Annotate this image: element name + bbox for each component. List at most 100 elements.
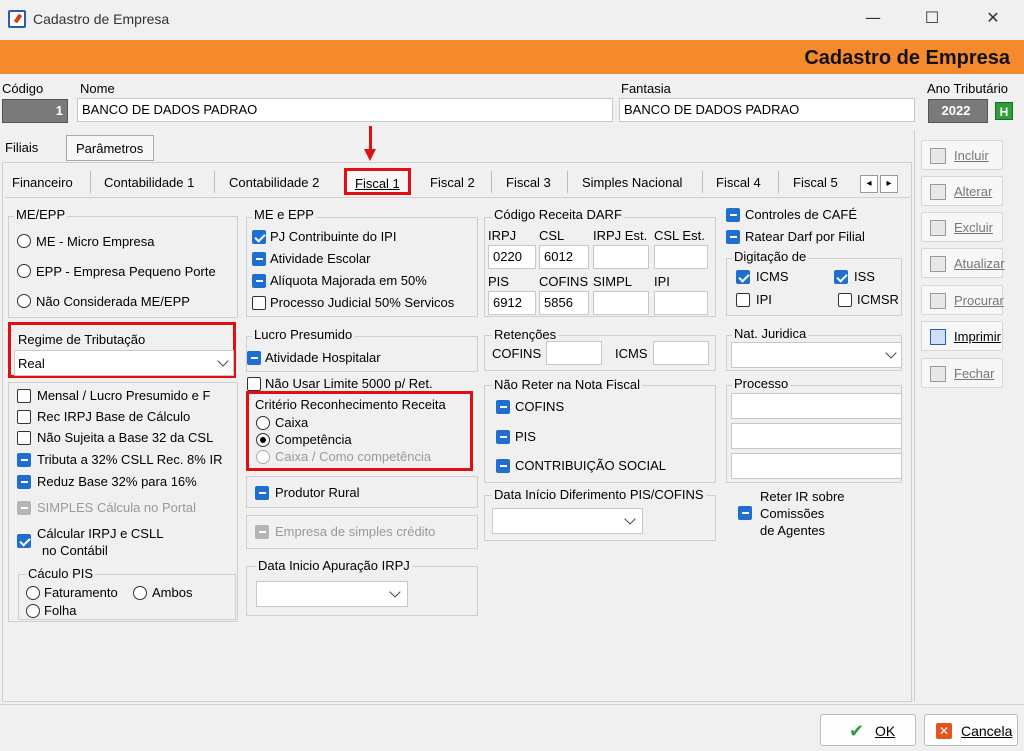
- tab-separator: [567, 171, 568, 193]
- check-ratear-darf[interactable]: [726, 230, 740, 244]
- check-simples-portal[interactable]: [17, 501, 31, 515]
- check-nao-reter-contribuicao[interactable]: [496, 459, 510, 473]
- excluir-button[interactable]: Excluir: [921, 212, 1003, 242]
- check-empresa-simples[interactable]: [255, 525, 269, 539]
- darf-label-pis: PIS: [488, 274, 509, 289]
- check-nao-reter-cofins[interactable]: [496, 400, 510, 414]
- fantasia-field[interactable]: BANCO DE DADOS PADRAO: [619, 98, 915, 122]
- check-iss-label: ISS: [854, 269, 875, 284]
- check-icms[interactable]: [736, 270, 750, 284]
- data-diferimento-select[interactable]: [492, 508, 643, 534]
- procurar-button[interactable]: Procurar: [921, 285, 1004, 315]
- check-reduz-base[interactable]: [17, 475, 31, 489]
- check-pj-ipi[interactable]: [252, 230, 266, 244]
- retencoes-cofins-label: COFINS: [492, 346, 542, 361]
- check-iss[interactable]: [834, 270, 848, 284]
- tab-simples-nacional[interactable]: Simples Nacional: [582, 175, 682, 190]
- darf-ipi-field[interactable]: [654, 291, 708, 315]
- radio-caixa[interactable]: [256, 416, 270, 430]
- atualizar-button[interactable]: Atualizar: [921, 248, 1005, 278]
- check-controles-cafe[interactable]: [726, 208, 740, 222]
- check-atividade-escolar-label: Atividade Escolar: [270, 251, 371, 266]
- retencoes-cofins-field[interactable]: [546, 341, 602, 365]
- nao-reter-title: Não Reter na Nota Fiscal: [492, 377, 642, 392]
- h-button[interactable]: H: [995, 102, 1013, 120]
- tab-contabilidade-1[interactable]: Contabilidade 1: [104, 175, 194, 190]
- radio-epp[interactable]: [17, 264, 31, 278]
- check-tributa-32[interactable]: [17, 453, 31, 467]
- check-nao-reter-contribuicao-label: CONTRIBUIÇÃO SOCIAL: [515, 458, 666, 473]
- darf-csl-est-field[interactable]: [654, 245, 708, 269]
- codigo-field[interactable]: 1: [2, 99, 68, 123]
- check-processo-judicial[interactable]: [252, 296, 266, 310]
- processo-field-1[interactable]: [731, 393, 902, 419]
- nat-juridica-select[interactable]: [731, 342, 902, 368]
- incluir-button[interactable]: Incluir: [921, 140, 1003, 170]
- me-epp-title: ME/EPP: [14, 207, 68, 222]
- maximize-button[interactable]: ☐: [917, 8, 947, 27]
- tab-separator: [491, 171, 492, 193]
- cancela-button[interactable]: ✕ Cancela: [924, 714, 1018, 746]
- check-aliquota-majorada[interactable]: [252, 274, 266, 288]
- data-irpj-select[interactable]: [256, 581, 408, 607]
- tab-fiscal-1[interactable]: Fiscal 1: [344, 168, 411, 195]
- annotation-arrow-icon: [364, 149, 376, 161]
- check-mensal[interactable]: [17, 389, 31, 403]
- check-ipi[interactable]: [736, 293, 750, 307]
- chevron-down-icon: [217, 355, 229, 367]
- radio-ambos[interactable]: [133, 586, 147, 600]
- check-nao-reter-pis[interactable]: [496, 430, 510, 444]
- darf-cofins-field[interactable]: 5856: [539, 291, 589, 315]
- retencoes-title: Retenções: [492, 327, 559, 342]
- darf-irpj-est-field[interactable]: [593, 245, 649, 269]
- retencoes-icms-field[interactable]: [653, 341, 709, 365]
- tab-contabilidade-2[interactable]: Contabilidade 2: [229, 175, 319, 190]
- printer-icon: [930, 329, 946, 345]
- ok-button[interactable]: ✔ OK: [820, 714, 916, 746]
- radio-caixa-como-competencia[interactable]: [256, 450, 270, 464]
- check-reter-ir[interactable]: [738, 506, 752, 520]
- check-calcular-irpj[interactable]: [17, 534, 31, 548]
- alterar-button[interactable]: Alterar: [921, 176, 1003, 206]
- check-atividade-escolar[interactable]: [252, 252, 266, 266]
- tab-scroll-left-button[interactable]: ◂: [860, 175, 878, 193]
- processo-field-3[interactable]: [731, 453, 902, 479]
- processo-field-2[interactable]: [731, 423, 902, 449]
- radio-nao-considerada[interactable]: [17, 294, 31, 308]
- close-button[interactable]: ✕: [978, 8, 1008, 27]
- check-rec-irpj[interactable]: [17, 410, 31, 424]
- radio-competencia[interactable]: [256, 433, 270, 447]
- codigo-label: Código: [2, 81, 44, 96]
- lucro-presumido-title: Lucro Presumido: [252, 327, 355, 342]
- regime-select[interactable]: Real: [14, 350, 234, 376]
- check-nao-usar-limite[interactable]: [247, 377, 261, 391]
- darf-irpj-field[interactable]: 0220: [488, 245, 536, 269]
- tab-scroll-right-button[interactable]: ▸: [880, 175, 898, 193]
- tab-filiais[interactable]: Filiais: [5, 140, 38, 155]
- darf-label-irpj: IRPJ: [488, 228, 517, 243]
- fechar-button[interactable]: Fechar: [921, 358, 1003, 388]
- ano-field[interactable]: 2022: [928, 99, 988, 123]
- darf-pis-field[interactable]: 6912: [488, 291, 536, 315]
- check-nao-sujeita[interactable]: [17, 431, 31, 445]
- radio-me[interactable]: [17, 234, 31, 248]
- radio-faturamento[interactable]: [26, 586, 40, 600]
- check-icmsr-label: ICMSR: [857, 292, 899, 307]
- tab-fiscal-4[interactable]: Fiscal 4: [716, 175, 761, 190]
- check-produtor-rural[interactable]: [255, 486, 269, 500]
- save-icon: [930, 256, 946, 272]
- tab-fiscal-3[interactable]: Fiscal 3: [506, 175, 551, 190]
- darf-simpl-field[interactable]: [593, 291, 649, 315]
- nome-field[interactable]: BANCO DE DADOS PADRAO: [77, 98, 613, 122]
- tab-parametros[interactable]: Parâmetros: [66, 135, 154, 161]
- tab-financeiro[interactable]: Financeiro: [12, 175, 73, 190]
- minimize-button[interactable]: —: [858, 8, 888, 27]
- tab-fiscal-2[interactable]: Fiscal 2: [430, 175, 475, 190]
- darf-csl-field[interactable]: 6012: [539, 245, 589, 269]
- radio-folha[interactable]: [26, 604, 40, 618]
- tab-fiscal-5[interactable]: Fiscal 5: [793, 175, 838, 190]
- check-icmsr[interactable]: [838, 293, 852, 307]
- imprimir-button[interactable]: Imprimir: [921, 321, 1003, 351]
- check-atividade-hospitalar[interactable]: [247, 351, 261, 365]
- binoculars-icon: [930, 293, 946, 309]
